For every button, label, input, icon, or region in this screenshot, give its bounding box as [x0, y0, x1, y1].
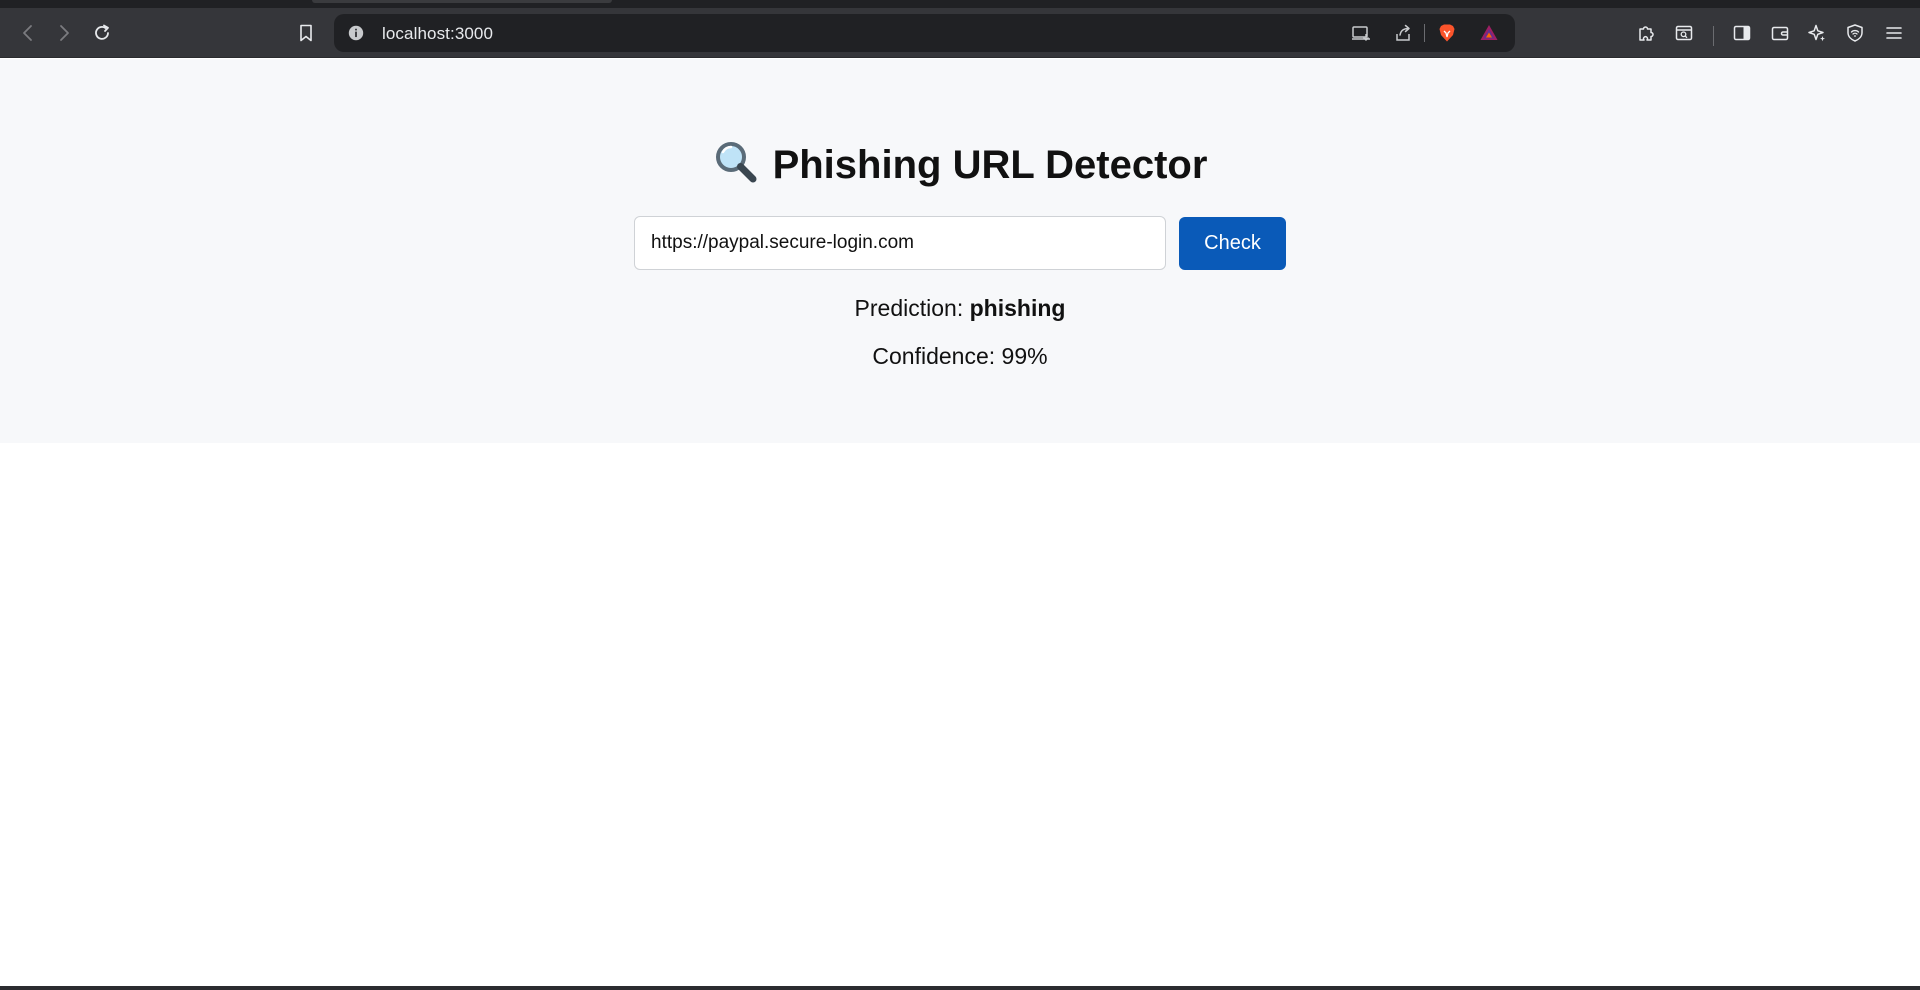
confidence-label: Confidence:	[872, 343, 996, 369]
reload-icon	[95, 24, 109, 40]
confidence-result: Confidence: 99%	[0, 343, 1920, 370]
window-bottom-edge	[0, 986, 1920, 990]
omnibox-divider	[1424, 24, 1425, 42]
bookmark-button[interactable]	[290, 17, 322, 49]
reload-button[interactable]	[86, 17, 118, 49]
back-arrow-icon	[23, 25, 32, 41]
forward-button[interactable]	[48, 17, 80, 49]
ai-sparkle-icon	[1808, 24, 1825, 42]
forward-arrow-icon	[60, 25, 69, 41]
magnifying-glass-icon	[715, 142, 757, 183]
extensions-button[interactable]	[1630, 17, 1662, 49]
prediction-label: Prediction:	[854, 295, 964, 321]
install-screen-icon	[1352, 26, 1370, 41]
brave-rewards-button[interactable]	[1474, 18, 1504, 48]
page-title-text: Phishing URL Detector	[772, 143, 1208, 187]
url-input[interactable]	[634, 216, 1166, 270]
sidebar-icon	[1733, 25, 1751, 41]
hamburger-menu-icon	[1886, 27, 1902, 39]
search-panel-icon	[1675, 25, 1693, 41]
leo-ai-button[interactable]	[1801, 17, 1833, 49]
vpn-shield-icon	[1847, 24, 1863, 42]
brave-shields-button[interactable]	[1432, 18, 1462, 48]
prediction-value: phishing	[969, 295, 1066, 321]
active-tab[interactable]	[312, 0, 612, 3]
browser-toolbar: localhost:3000	[0, 8, 1920, 58]
bookmark-icon	[300, 24, 312, 42]
share-icon	[1396, 24, 1410, 41]
check-button[interactable]: Check	[1179, 217, 1286, 270]
app-container: Phishing URL Detector Check Prediction: …	[0, 59, 1920, 443]
back-button[interactable]	[12, 17, 44, 49]
confidence-value: 99%	[1001, 343, 1048, 369]
share-button[interactable]	[1388, 18, 1418, 48]
sidebar-toggle-button[interactable]	[1726, 17, 1758, 49]
prediction-result: Prediction: phishing	[0, 295, 1920, 322]
address-url[interactable]: localhost:3000	[382, 24, 493, 44]
page-title: Phishing URL Detector	[0, 139, 1920, 188]
tab-strip	[0, 0, 1920, 8]
toolbar-divider	[1713, 26, 1714, 46]
site-info-icon[interactable]	[346, 23, 366, 43]
wallet-icon	[1771, 26, 1789, 41]
install-app-button[interactable]	[1346, 18, 1376, 48]
wallet-button[interactable]	[1764, 17, 1796, 49]
rewards-triangle-icon	[1480, 25, 1498, 40]
main-menu-button[interactable]	[1878, 17, 1910, 49]
brave-lion-icon	[1439, 24, 1455, 42]
puzzle-icon	[1639, 26, 1654, 41]
url-check-form: Check	[634, 216, 1286, 270]
address-bar[interactable]: localhost:3000	[334, 14, 1515, 52]
vpn-button[interactable]	[1839, 17, 1871, 49]
reading-list-button[interactable]	[1668, 17, 1700, 49]
